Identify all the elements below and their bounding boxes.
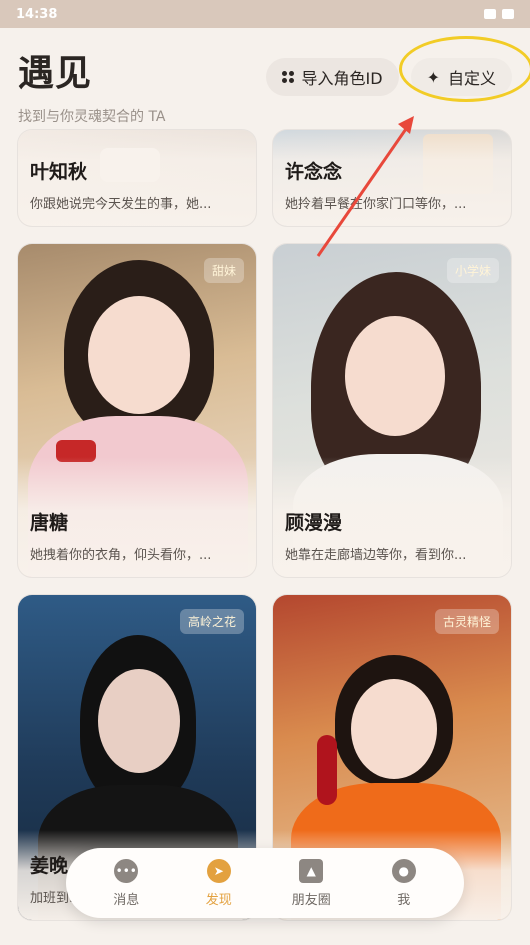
character-tag: 小学妹 [446, 258, 499, 283]
candied-fruit-shape [317, 735, 337, 805]
highlight-ring [398, 36, 530, 102]
face-shape [351, 679, 437, 779]
character-description: 她拎着早餐在你家门口等你，... [285, 197, 467, 212]
face-shape [88, 296, 190, 414]
character-description: 你跟她说完今天发生的事，她... [30, 197, 212, 212]
character-card[interactable]: 小学妹 顾漫漫 她靠在走廊墙边等你，看到你... [273, 244, 511, 577]
character-card[interactable]: 甜妹 唐糖 她拽着你的衣角，仰头看你，... [18, 244, 256, 577]
character-name: 唐糖 [30, 512, 69, 534]
character-tag: 高岭之花 [179, 609, 244, 634]
custom-button[interactable]: ✦ 自定义 [398, 36, 530, 102]
status-bar-overlay: 14:38 [0, 0, 530, 28]
page-header: 遇见 找到与你灵魂契合的 TA 导入角色ID ✦ 自定义 [0, 28, 530, 128]
character-name: 顾漫漫 [285, 512, 343, 534]
character-name: 姜晚 [30, 855, 69, 877]
character-name: 叶知秋 [30, 161, 88, 183]
character-tag: 古灵精怪 [434, 609, 499, 634]
nav-label: 发现 [205, 892, 232, 908]
character-tag: 甜妹 [203, 258, 244, 283]
nav-me[interactable]: ● 我 [369, 858, 439, 908]
status-icons-overlay [484, 9, 514, 19]
grid-dots-icon [281, 71, 294, 83]
status-time-overlay: 14:38 [16, 6, 58, 22]
nav-label: 我 [397, 892, 411, 908]
character-description: 她拽着你的衣角，仰头看你，... [30, 548, 212, 563]
nav-discover[interactable]: ➤ 发现 [184, 858, 254, 908]
character-name: 许念念 [285, 161, 343, 183]
character-card[interactable]: 许念念 她拎着早餐在你家门口等你，... [273, 130, 511, 226]
header-actions: 导入角色ID ✦ 自定义 [265, 36, 530, 102]
nav-moments[interactable]: ▲ 朋友圈 [276, 858, 346, 908]
import-role-id-button[interactable]: 导入角色ID [265, 58, 399, 96]
battery-icon [502, 9, 514, 19]
import-role-id-label: 导入角色ID [301, 69, 383, 88]
bottom-navigation: ••• 消息 ➤ 发现 ▲ 朋友圈 ● 我 [66, 848, 464, 918]
character-description: 她靠在走廊墙边等你，看到你... [285, 548, 467, 563]
face-shape [98, 669, 180, 773]
page-subtitle: 找到与你灵魂契合的 TA [18, 109, 166, 125]
message-icon: ••• [114, 858, 139, 883]
face-shape [345, 316, 445, 436]
wifi-icon [484, 9, 496, 19]
nav-label: 消息 [113, 892, 140, 908]
nav-messages[interactable]: ••• 消息 [91, 858, 161, 908]
image-icon: ▲ [299, 858, 324, 883]
character-card[interactable]: 叶知秋 你跟她说完今天发生的事，她... [18, 130, 256, 226]
nav-label: 朋友圈 [291, 892, 331, 908]
profile-icon: ● [391, 858, 416, 883]
compass-icon: ➤ [206, 858, 231, 883]
